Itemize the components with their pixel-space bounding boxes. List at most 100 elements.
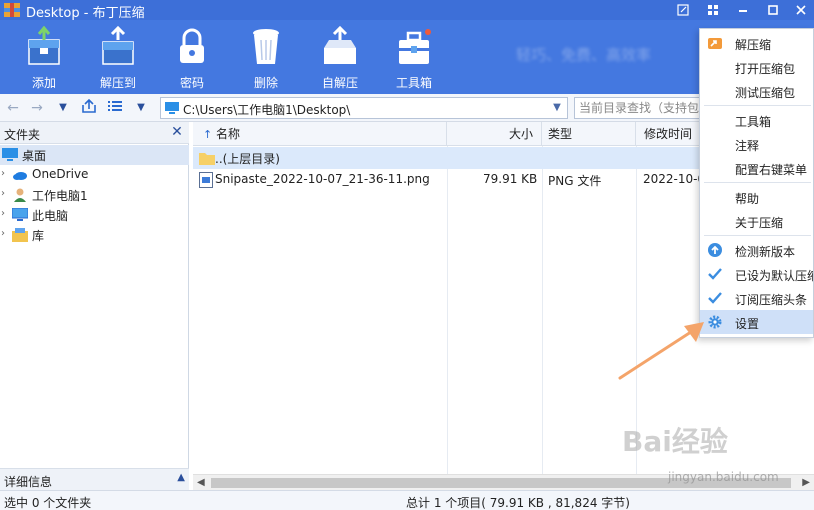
edit-icon[interactable] <box>670 0 696 20</box>
extract-to-button[interactable]: 解压到 <box>88 26 148 92</box>
extract-arrow-icon <box>708 38 722 49</box>
tree-item-this-pc[interactable]: › 此电脑 <box>0 205 189 225</box>
navigation-bar: ← → ▼ ▼ C:\Users\工作电脑1\Desktop\ ▼ <box>0 94 814 122</box>
upload-circle-icon <box>708 243 722 257</box>
address-text: C:\Users\工作电脑1\Desktop\ <box>183 103 351 117</box>
up-folder-icon[interactable] <box>80 98 98 117</box>
user-icon <box>14 188 26 202</box>
folder-panel-title: 文件夹 <box>4 128 41 142</box>
tree-item-label: 工作电脑1 <box>32 189 88 203</box>
close-panel-icon[interactable]: ✕ <box>169 124 185 140</box>
forward-arrow-icon[interactable]: → <box>28 99 46 117</box>
minimize-icon[interactable] <box>730 0 756 20</box>
file-type: PNG 文件 <box>548 174 602 188</box>
sort-up-icon: ↑ <box>203 128 213 141</box>
menu-item-extract[interactable]: 解压缩 <box>700 31 813 55</box>
file-name: ..(上层目录) <box>215 152 280 166</box>
menu-item-context-menu-config[interactable]: 配置右键菜单 <box>700 156 813 180</box>
watermark: Bai经验 jingyan.baidu.com <box>620 420 810 490</box>
search-box[interactable] <box>574 97 704 119</box>
menu-item-comment[interactable]: 注释 <box>700 132 813 156</box>
search-input[interactable] <box>575 98 703 118</box>
watermark-url: jingyan.baidu.com <box>668 470 779 484</box>
address-bar[interactable]: C:\Users\工作电脑1\Desktop\ ▼ <box>160 97 568 119</box>
address-dropdown-icon[interactable]: ▼ <box>549 100 565 116</box>
maximize-icon[interactable] <box>760 0 786 20</box>
collapse-up-icon[interactable]: ▲ <box>177 472 185 483</box>
check-icon <box>708 268 722 280</box>
status-bar: 选中 0 个文件夹 总计 1 个项目( 79.91 KB , 81,824 字节… <box>0 490 814 510</box>
tagline: 轻巧、免费、高效率 <box>516 46 652 64</box>
menu-item-toolbox[interactable]: 工具箱 <box>700 108 813 132</box>
details-label: 详细信息 <box>4 475 53 489</box>
tree-item-user[interactable]: › 工作电脑1 <box>0 185 189 205</box>
column-divider <box>447 146 448 476</box>
menu-separator <box>704 182 811 183</box>
scroll-left-icon[interactable]: ◀ <box>197 477 205 488</box>
menu-item-test-archive[interactable]: 测试压缩包 <box>700 79 813 103</box>
folder-panel-header: 文件夹 ✕ <box>0 122 189 144</box>
toolbox-icon <box>399 29 431 64</box>
menu-separator <box>704 105 811 106</box>
cloud-icon <box>13 172 27 180</box>
selection-status: 选中 0 个文件夹 <box>4 496 92 510</box>
desktop-icon <box>165 102 179 114</box>
tree-item-label: 桌面 <box>22 149 47 163</box>
expand-chevron-icon[interactable]: › <box>1 168 9 179</box>
app-logo-icon <box>4 3 20 17</box>
main-menu: 解压缩 打开压缩包 测试压缩包 工具箱 注释 配置右键菜单 帮助 关于压缩 检测… <box>699 28 814 338</box>
view-dropdown-icon[interactable]: ▼ <box>132 99 150 117</box>
file-modified: 2022-10-0 <box>643 172 706 186</box>
tree-item-label: 此电脑 <box>32 209 69 223</box>
menu-item-open-archive[interactable]: 打开压缩包 <box>700 55 813 79</box>
menu-item-default-archiver[interactable]: 已设为默认压缩 <box>700 262 813 286</box>
expand-chevron-icon[interactable]: › <box>1 228 9 239</box>
menu-item-help[interactable]: 帮助 <box>700 185 813 209</box>
extract-to-label: 解压到 <box>99 76 136 90</box>
tree-item-onedrive[interactable]: › OneDrive <box>0 165 189 185</box>
lock-icon <box>180 28 204 63</box>
tree-item-desktop[interactable]: 桌面 <box>0 145 189 165</box>
expand-chevron-icon[interactable]: › <box>1 208 9 219</box>
total-status: 总计 1 个项目( 79.91 KB , 81,824 字节) <box>406 496 630 510</box>
self-extract-label: 自解压 <box>321 76 358 90</box>
column-size[interactable]: 大小 <box>447 122 542 146</box>
watermark-logo: Bai经验 <box>622 425 728 458</box>
list-view-icon[interactable] <box>106 99 124 117</box>
back-arrow-icon[interactable]: ← <box>4 99 22 117</box>
extract-icon <box>102 26 134 65</box>
delete-button[interactable]: 删除 <box>236 26 296 92</box>
trash-icon <box>253 29 279 64</box>
computer-icon <box>12 208 28 221</box>
details-panel-header[interactable]: 详细信息 ▲ <box>0 468 189 490</box>
column-divider <box>542 146 543 476</box>
annotation-arrow <box>618 322 704 380</box>
column-type[interactable]: 类型 <box>542 122 636 146</box>
check-icon <box>708 292 722 304</box>
self-extract-icon <box>324 26 356 64</box>
menu-item-subscribe-news[interactable]: 订阅压缩头条 <box>700 286 813 310</box>
library-icon <box>12 228 28 242</box>
menu-item-about[interactable]: 关于压缩 <box>700 209 813 233</box>
file-name: Snipaste_2022-10-07_21-36-11.png <box>215 172 430 186</box>
tree-item-label: OneDrive <box>32 167 89 181</box>
self-extract-button[interactable]: 自解压 <box>310 26 370 92</box>
tree-item-library[interactable]: › 库 <box>0 225 189 245</box>
file-size: 79.91 KB <box>483 172 538 186</box>
image-file-icon <box>199 172 213 188</box>
menu-item-check-update[interactable]: 检测新版本 <box>700 238 813 262</box>
add-button[interactable]: 添加 <box>14 26 74 92</box>
folder-tree-panel: 文件夹 ✕ 桌面 › OneDrive › 工作电脑1 › 此电脑 › 库 详细… <box>0 122 189 490</box>
menu-item-settings[interactable]: 设置 <box>700 310 813 334</box>
column-name[interactable]: ↑ 名称 <box>193 122 447 146</box>
toolbox-button[interactable]: 工具箱 <box>384 26 444 92</box>
grid-icon[interactable] <box>700 0 726 20</box>
window-title: Desktop - 布丁压缩 <box>26 6 145 21</box>
close-icon[interactable] <box>788 0 814 20</box>
title-bar: Desktop - 布丁压缩 <box>0 0 814 21</box>
expand-chevron-icon[interactable]: › <box>1 188 9 199</box>
history-dropdown-icon[interactable]: ▼ <box>54 99 72 117</box>
toolbox-label: 工具箱 <box>395 76 432 90</box>
delete-label: 删除 <box>253 76 278 90</box>
password-button[interactable]: 密码 <box>162 26 222 92</box>
